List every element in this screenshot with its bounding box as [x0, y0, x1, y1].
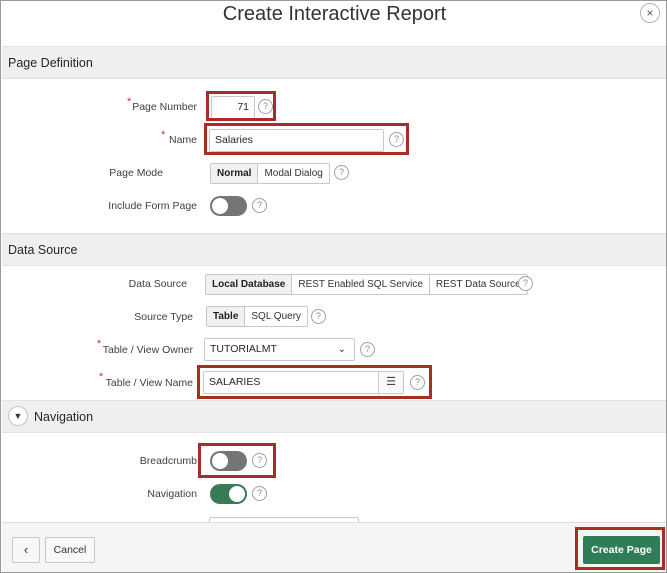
navigation-label: Navigation [147, 488, 197, 500]
dialog-footer: ‹ Cancel Create Page [2, 522, 666, 572]
data-source-selector: Local Database REST Enabled SQL Service … [205, 274, 528, 295]
source-type-label: Source Type [134, 311, 193, 323]
highlight-box [206, 91, 276, 121]
close-icon[interactable]: × [640, 3, 660, 23]
include-form-page-label: Include Form Page [108, 200, 197, 212]
help-icon[interactable]: ? [252, 198, 267, 213]
navigation-toggle[interactable] [210, 484, 247, 504]
source-type-table[interactable]: Table [207, 307, 246, 326]
table-owner-label: Table / View Owner [102, 344, 193, 356]
breadcrumb-label: Breadcrumb [139, 455, 197, 467]
toggle-knob [212, 198, 228, 214]
highlight-box [198, 443, 276, 478]
data-source-label: Data Source [128, 278, 187, 290]
cancel-button[interactable]: Cancel [45, 537, 95, 563]
page-mode-modal-dialog[interactable]: Modal Dialog [258, 164, 328, 183]
table-owner-value: TUTORIALMT [210, 343, 277, 355]
page-mode-normal[interactable]: Normal [211, 164, 259, 183]
section-page-definition: Page Definition [2, 46, 666, 79]
data-source-local-database[interactable]: Local Database [206, 275, 293, 294]
help-icon[interactable]: ? [360, 342, 375, 357]
highlight-box [204, 123, 409, 155]
chevron-down-icon: ⌄ [337, 344, 346, 355]
table-name-label: Table / View Name [105, 377, 193, 389]
data-source-rest-enabled-sql[interactable]: REST Enabled SQL Service [292, 275, 430, 294]
table-owner-select[interactable]: TUTORIALMT ⌄ [204, 338, 355, 361]
dialog-title: Create Interactive Report [222, 3, 447, 25]
source-type-selector: Table SQL Query [206, 306, 309, 327]
help-icon[interactable]: ? [311, 309, 326, 324]
caret-down-icon[interactable]: ▼ [8, 406, 28, 426]
section-data-source: Data Source [2, 233, 666, 266]
highlight-box [575, 527, 665, 570]
page-mode-selector: Normal Modal Dialog [210, 163, 330, 184]
page-mode-label: Page Mode [109, 167, 163, 179]
highlight-box [197, 365, 432, 399]
create-report-dialog: Create Interactive Report × Page Definit… [0, 0, 667, 573]
help-icon[interactable]: ? [334, 165, 349, 180]
source-type-sql-query[interactable]: SQL Query [245, 307, 307, 326]
name-label: Name [168, 134, 197, 146]
toggle-knob [229, 486, 245, 502]
data-source-rest-data-source[interactable]: REST Data Source [430, 275, 527, 294]
help-icon[interactable]: ? [518, 276, 533, 291]
back-button[interactable]: ‹ [12, 537, 40, 563]
section-navigation: Navigation [2, 400, 666, 433]
help-icon[interactable]: ? [252, 486, 267, 501]
page-number-label: Page Number [132, 101, 197, 113]
include-form-page-toggle[interactable] [210, 196, 247, 216]
